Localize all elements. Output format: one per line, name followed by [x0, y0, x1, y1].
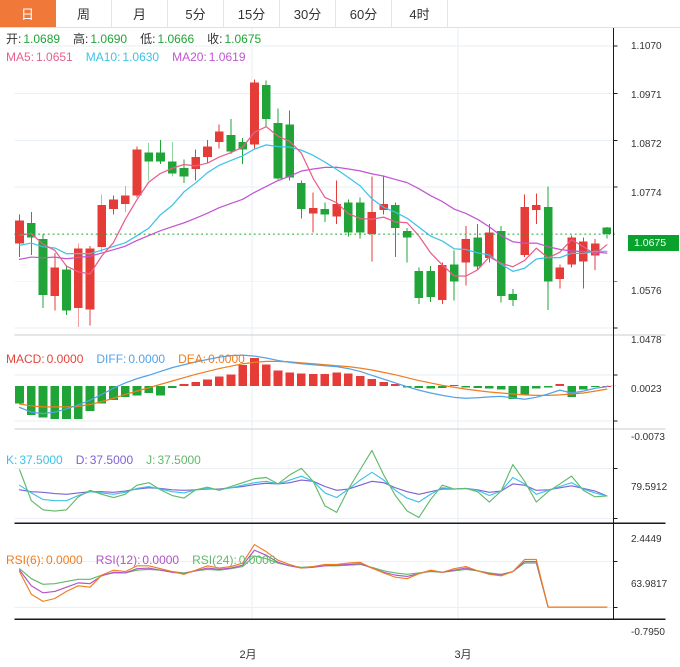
- tab-30min[interactable]: 30分: [280, 0, 336, 27]
- period-tabbar: 日周月 5分 15分 30分 60分 4时: [0, 0, 680, 28]
- tab-60min[interactable]: 60分: [336, 0, 392, 27]
- chart-stage[interactable]: 1.0675 开: 1.0689 高: 1.0690 低: 1.0666 收: 1.0675 M…: [0, 28, 680, 667]
- chart-canvas: [14, 28, 666, 620]
- tab-5min[interactable]: 5分: [168, 0, 224, 27]
- tab-month[interactable]: 月: [112, 0, 168, 27]
- tab-4hour[interactable]: 4时: [392, 0, 448, 27]
- trading-chart-app: 日周月 5分 15分 30分 60分 4时 1.0675 开: 1.0689 高: 1.0690…: [0, 0, 680, 667]
- tab-day[interactable]: 日: [0, 0, 56, 27]
- tab-15min[interactable]: 15分: [224, 0, 280, 27]
- tab-week[interactable]: 周: [56, 0, 112, 27]
